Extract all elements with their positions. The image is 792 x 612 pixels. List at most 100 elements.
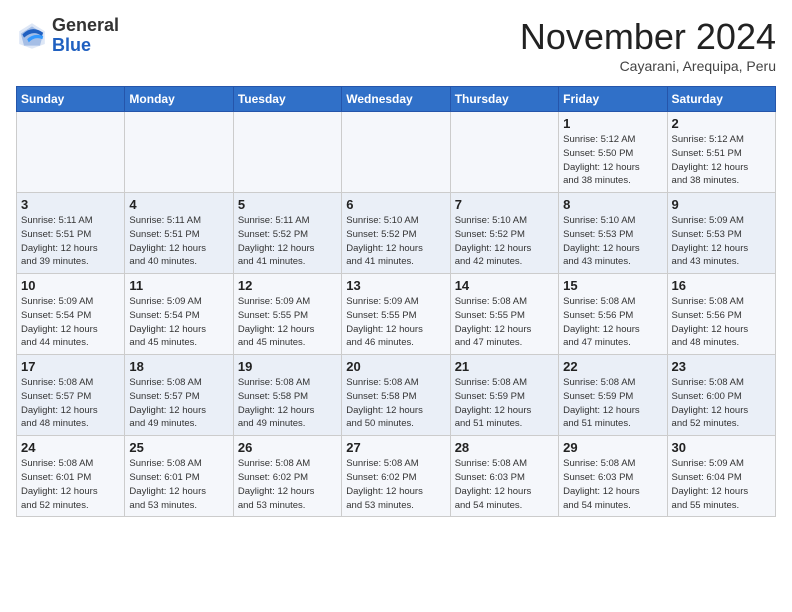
day-info: Sunrise: 5:11 AM Sunset: 5:51 PM Dayligh… [129,214,228,269]
location: Cayarani, Arequipa, Peru [520,58,776,74]
day-info: Sunrise: 5:12 AM Sunset: 5:51 PM Dayligh… [672,133,771,188]
calendar-cell: 8Sunrise: 5:10 AM Sunset: 5:53 PM Daylig… [559,193,667,274]
calendar-cell: 30 Sunrise: 5:09 AM Sunset: 6:04 PM Dayli… [667,436,775,517]
day-number: 11 [129,278,228,293]
day-number: 30 [672,440,771,455]
day-info: Sunrise: 5:08 AM Sunset: 5:58 PM Dayligh… [238,376,337,431]
day-info: Sunrise: 5:11 AM Sunset: 5:51 PM Dayligh… [21,214,120,269]
day-number: 17 [21,359,120,374]
day-info: Sunrise: 5:08 AM Sunset: 5:55 PM Dayligh… [455,295,554,350]
day-info: Sunrise: 5:08 AM Sunset: 6:03 PM Dayligh… [455,457,554,512]
day-info: Sunrise: 5:08 AM Sunset: 5:56 PM Dayligh… [672,295,771,350]
calendar-cell: 2 Sunrise: 5:12 AM Sunset: 5:51 PM Daylig… [667,112,775,193]
day-info: Sunrise: 5:09 AM Sunset: 5:55 PM Dayligh… [346,295,445,350]
calendar-cell: 11 Sunrise: 5:09 AM Sunset: 5:54 PM Dayli… [125,274,233,355]
weekday-header: Wednesday [342,87,450,112]
day-number: 20 [346,359,445,374]
calendar-cell: 9Sunrise: 5:09 AM Sunset: 5:53 PM Daylig… [667,193,775,274]
logo: General Blue [16,16,119,56]
calendar-cell: 5 Sunrise: 5:11 AM Sunset: 5:52 PM Daylig… [233,193,341,274]
calendar-cell: 25 Sunrise: 5:08 AM Sunset: 6:01 PM Dayli… [125,436,233,517]
weekday-header: Monday [125,87,233,112]
calendar-cell [342,112,450,193]
day-number: 22 [563,359,662,374]
weekday-header: Sunday [17,87,125,112]
calendar-cell: 7 Sunrise: 5:10 AM Sunset: 5:52 PM Daylig… [450,193,558,274]
calendar-cell: 12 Sunrise: 5:09 AM Sunset: 5:55 PM Dayli… [233,274,341,355]
calendar-cell: 3 Sunrise: 5:11 AM Sunset: 5:51 PM Daylig… [17,193,125,274]
weekday-header-row: SundayMondayTuesdayWednesdayThursdayFrid… [17,87,776,112]
calendar-table: SundayMondayTuesdayWednesdayThursdayFrid… [16,86,776,517]
day-number: 25 [129,440,228,455]
day-number: 10 [21,278,120,293]
day-number: 19 [238,359,337,374]
day-info: Sunrise: 5:10 AM Sunset: 5:52 PM Dayligh… [346,214,445,269]
day-number: 15 [563,278,662,293]
weekday-header: Saturday [667,87,775,112]
calendar-cell: 13 Sunrise: 5:09 AM Sunset: 5:55 PM Dayli… [342,274,450,355]
day-info: Sunrise: 5:10 AM Sunset: 5:53 PM Dayligh… [563,214,662,269]
calendar-cell: 1Sunrise: 5:12 AM Sunset: 5:50 PM Daylig… [559,112,667,193]
day-info: Sunrise: 5:11 AM Sunset: 5:52 PM Dayligh… [238,214,337,269]
day-number: 5 [238,197,337,212]
day-info: Sunrise: 5:10 AM Sunset: 5:52 PM Dayligh… [455,214,554,269]
calendar-cell: 6 Sunrise: 5:10 AM Sunset: 5:52 PM Daylig… [342,193,450,274]
day-info: Sunrise: 5:09 AM Sunset: 6:04 PM Dayligh… [672,457,771,512]
calendar-week-row: 3 Sunrise: 5:11 AM Sunset: 5:51 PM Daylig… [17,193,776,274]
day-number: 18 [129,359,228,374]
calendar-cell: 24 Sunrise: 5:08 AM Sunset: 6:01 PM Dayli… [17,436,125,517]
calendar-cell: 21 Sunrise: 5:08 AM Sunset: 5:59 PM Dayli… [450,355,558,436]
day-number: 7 [455,197,554,212]
calendar-cell [125,112,233,193]
calendar-cell: 17Sunrise: 5:08 AM Sunset: 5:57 PM Dayli… [17,355,125,436]
calendar-week-row: 10 Sunrise: 5:09 AM Sunset: 5:54 PM Dayli… [17,274,776,355]
calendar-cell: 27Sunrise: 5:08 AM Sunset: 6:02 PM Dayli… [342,436,450,517]
day-info: Sunrise: 5:09 AM Sunset: 5:55 PM Dayligh… [238,295,337,350]
day-info: Sunrise: 5:08 AM Sunset: 6:01 PM Dayligh… [21,457,120,512]
weekday-header: Tuesday [233,87,341,112]
calendar-cell: 19 Sunrise: 5:08 AM Sunset: 5:58 PM Dayli… [233,355,341,436]
calendar-cell: 15Sunrise: 5:08 AM Sunset: 5:56 PM Dayli… [559,274,667,355]
logo-icon [16,20,48,52]
day-number: 21 [455,359,554,374]
calendar-week-row: 1Sunrise: 5:12 AM Sunset: 5:50 PM Daylig… [17,112,776,193]
calendar-cell: 28 Sunrise: 5:08 AM Sunset: 6:03 PM Dayli… [450,436,558,517]
calendar-cell: 14 Sunrise: 5:08 AM Sunset: 5:55 PM Dayli… [450,274,558,355]
day-info: Sunrise: 5:08 AM Sunset: 6:03 PM Dayligh… [563,457,662,512]
day-number: 28 [455,440,554,455]
calendar-cell: 23Sunrise: 5:08 AM Sunset: 6:00 PM Dayli… [667,355,775,436]
calendar-cell: 16Sunrise: 5:08 AM Sunset: 5:56 PM Dayli… [667,274,775,355]
weekday-header: Friday [559,87,667,112]
calendar-cell: 18 Sunrise: 5:08 AM Sunset: 5:57 PM Dayli… [125,355,233,436]
day-info: Sunrise: 5:08 AM Sunset: 5:59 PM Dayligh… [455,376,554,431]
day-number: 1 [563,116,662,131]
day-number: 29 [563,440,662,455]
title-block: November 2024 Cayarani, Arequipa, Peru [520,16,776,74]
day-info: Sunrise: 5:09 AM Sunset: 5:54 PM Dayligh… [129,295,228,350]
day-number: 2 [672,116,771,131]
calendar-cell: 20 Sunrise: 5:08 AM Sunset: 5:58 PM Dayli… [342,355,450,436]
day-info: Sunrise: 5:08 AM Sunset: 5:58 PM Dayligh… [346,376,445,431]
day-number: 26 [238,440,337,455]
day-number: 27 [346,440,445,455]
calendar-cell: 4 Sunrise: 5:11 AM Sunset: 5:51 PM Daylig… [125,193,233,274]
calendar-cell [450,112,558,193]
day-number: 13 [346,278,445,293]
day-number: 3 [21,197,120,212]
calendar-cell: 29 Sunrise: 5:08 AM Sunset: 6:03 PM Dayli… [559,436,667,517]
day-info: Sunrise: 5:08 AM Sunset: 5:57 PM Dayligh… [129,376,228,431]
calendar-cell: 10 Sunrise: 5:09 AM Sunset: 5:54 PM Dayli… [17,274,125,355]
day-info: Sunrise: 5:08 AM Sunset: 6:01 PM Dayligh… [129,457,228,512]
calendar-week-row: 17 Sunrise: 5:08 AM Sunset: 5:57 PM Dayli… [17,355,776,436]
day-number: 24 [21,440,120,455]
calendar-cell: 26 Sunrise: 5:08 AM Sunset: 6:02 PM Dayli… [233,436,341,517]
day-number: 14 [455,278,554,293]
day-number: 4 [129,197,228,212]
day-info: Sunrise: 5:08 AM Sunset: 6:02 PM Dayligh… [238,457,337,512]
day-number: 12 [238,278,337,293]
day-number: 6 [346,197,445,212]
day-info: Sunrise: 5:09 AM Sunset: 5:54 PM Dayligh… [21,295,120,350]
calendar-cell [17,112,125,193]
day-info: Sunrise: 5:08 AM Sunset: 5:59 PM Dayligh… [563,376,662,431]
calendar-cell [233,112,341,193]
